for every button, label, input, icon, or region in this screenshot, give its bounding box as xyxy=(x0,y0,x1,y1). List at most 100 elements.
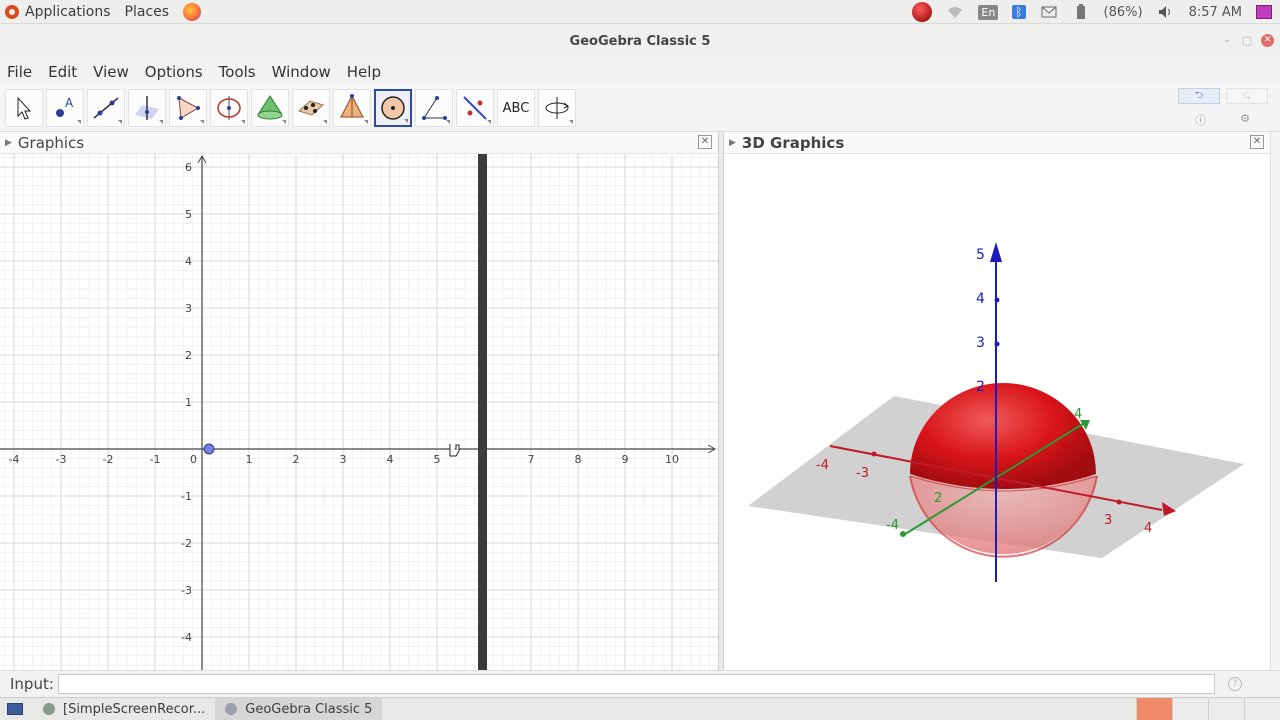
workspace-switcher xyxy=(1136,698,1280,720)
window-titlebar[interactable]: GeoGebra Classic 5 – □ ✕ xyxy=(0,24,1280,59)
menu-file[interactable]: File xyxy=(7,63,32,81)
x-tick-label: 9 xyxy=(622,453,629,466)
taskbar-item-geogebra[interactable]: GeoGebra Classic 5 xyxy=(215,698,383,720)
rotate-view-tool[interactable] xyxy=(538,89,576,127)
y-tick-label: 6 xyxy=(185,161,192,174)
x-tick-label: -1 xyxy=(150,453,161,466)
workspace-1[interactable] xyxy=(1136,698,1172,720)
menu-help[interactable]: Help xyxy=(347,63,381,81)
x-label-4: 4 xyxy=(1144,521,1152,536)
line-tool[interactable] xyxy=(87,89,125,127)
workspace-4[interactable] xyxy=(1244,698,1280,720)
record-icon[interactable] xyxy=(912,2,933,22)
keyboard-lang-icon[interactable]: En xyxy=(978,4,999,20)
x-tick-label: 3 xyxy=(340,453,347,466)
menu-window[interactable]: Window xyxy=(272,63,331,81)
y-tick-label: -2 xyxy=(181,537,192,550)
z-tick-4 xyxy=(994,297,1000,303)
battery-percent: (86%) xyxy=(1103,4,1143,20)
battery-icon[interactable] xyxy=(1072,4,1090,20)
circle-tool[interactable] xyxy=(210,89,248,127)
close-graphics3d-icon[interactable]: ✕ xyxy=(1250,135,1264,149)
pyramid-tool[interactable] xyxy=(333,89,371,127)
applications-menu[interactable]: Applications xyxy=(0,4,111,20)
menu-tools[interactable]: Tools xyxy=(219,63,256,81)
angle-icon xyxy=(422,96,447,120)
triangle-icon xyxy=(177,96,200,120)
places-menu[interactable]: Places xyxy=(125,4,170,20)
menu-view[interactable]: View xyxy=(93,63,129,81)
reflect-tool[interactable] xyxy=(456,89,494,127)
x-label-3: 3 xyxy=(1104,513,1112,528)
right-edge-handle[interactable] xyxy=(1270,132,1280,670)
intersect-surfaces-tool[interactable] xyxy=(251,89,289,127)
y-tick-label: 3 xyxy=(185,302,192,315)
close-graphics-icon[interactable]: ✕ xyxy=(698,135,712,149)
x-tick-label: 10 xyxy=(665,453,679,466)
origin-point[interactable] xyxy=(203,443,215,455)
power-icon[interactable] xyxy=(1256,5,1272,19)
mail-icon[interactable] xyxy=(1040,4,1058,20)
x-tick-label: 7 xyxy=(528,453,535,466)
window-title: GeoGebra Classic 5 xyxy=(569,34,711,49)
bluetooth-icon[interactable]: ᛒ xyxy=(1012,5,1026,19)
expand-arrow-icon[interactable]: ▶ xyxy=(5,138,12,148)
text-icon: ABC xyxy=(502,100,530,116)
x-tick-label: -3 xyxy=(56,453,67,466)
clock[interactable]: 8:57 AM xyxy=(1189,5,1242,20)
toolbar-extra: ⓘ ⚙ xyxy=(1195,112,1250,128)
maximize-icon[interactable]: □ xyxy=(1241,34,1253,47)
toolbar: A ABC ⮌ ⮎ ⓘ ⚙ xyxy=(0,84,1280,132)
intersect-surfaces-icon xyxy=(257,95,283,120)
perpendicular-line-tool[interactable] xyxy=(128,89,166,127)
x-tick-label: 4 xyxy=(387,453,394,466)
gear-icon[interactable]: ⚙ xyxy=(1240,112,1250,128)
graphics-view[interactable]: -4-3-2-1012345678910654321-1-2-3-4 xyxy=(0,154,718,670)
taskbar: [SimpleScreenRecor... GeoGebra Classic 5 xyxy=(0,697,1280,720)
workspace-3[interactable] xyxy=(1208,698,1244,720)
x-tick-label: 2 xyxy=(293,453,300,466)
graphics3d-view[interactable]: 5 4 3 2 -4 -3 3 4 2 -4 4 xyxy=(724,154,1270,670)
firefox-launcher-icon[interactable] xyxy=(183,2,202,21)
grid xyxy=(0,154,718,670)
places-label: Places xyxy=(124,3,170,20)
close-icon[interactable]: ✕ xyxy=(1261,34,1274,47)
reflect-icon xyxy=(463,96,487,120)
volume-icon[interactable] xyxy=(1157,4,1175,20)
split-drag-bar[interactable] xyxy=(478,154,487,670)
menu-options[interactable]: Options xyxy=(145,63,203,81)
menu-edit[interactable]: Edit xyxy=(48,63,77,81)
wifi-icon[interactable] xyxy=(946,4,964,20)
move-tool[interactable] xyxy=(5,89,43,127)
y-tick-label: -4 xyxy=(181,631,192,644)
line-icon xyxy=(93,97,119,119)
arrow-cursor-icon xyxy=(17,96,32,120)
svg-text:A: A xyxy=(65,96,74,110)
undo-icon[interactable]: ⮌ xyxy=(1178,88,1220,104)
input-help-icon[interactable]: ? xyxy=(1228,677,1242,691)
angle-tool[interactable] xyxy=(415,89,453,127)
y-tick-neg4 xyxy=(900,531,906,537)
show-desktop-icon[interactable] xyxy=(7,703,23,715)
input-field[interactable] xyxy=(57,674,1215,694)
y-label-2: 2 xyxy=(934,491,942,506)
workspace-2[interactable] xyxy=(1172,698,1208,720)
graphics-panel-header[interactable]: ▶ Graphics ✕ xyxy=(0,132,718,154)
plane-tool[interactable] xyxy=(292,89,330,127)
polygon-tool[interactable] xyxy=(169,89,207,127)
geogebra-app-icon xyxy=(225,703,238,715)
text-tool[interactable]: ABC xyxy=(497,89,535,127)
taskbar-item-recorder[interactable]: [SimpleScreenRecor... xyxy=(33,698,215,720)
minimize-icon[interactable]: – xyxy=(1221,34,1233,47)
x-tick-label: 0 xyxy=(190,453,197,466)
applications-label: Applications xyxy=(25,3,111,20)
graphics3d-canvas[interactable]: 5 4 3 2 -4 -3 3 4 2 -4 4 xyxy=(724,154,1270,670)
z-axis-arrow xyxy=(990,242,1002,262)
expand-arrow-3d-icon[interactable]: ▶ xyxy=(729,138,736,148)
sphere-tool[interactable] xyxy=(374,89,412,127)
graphics3d-panel-header[interactable]: ▶ 3D Graphics ✕ xyxy=(724,132,1270,154)
help-icon[interactable]: ⓘ xyxy=(1195,112,1206,128)
redo-icon[interactable]: ⮎ xyxy=(1226,88,1268,104)
graphics-canvas[interactable]: -4-3-2-1012345678910654321-1-2-3-4 xyxy=(0,154,718,670)
point-tool[interactable]: A xyxy=(46,89,84,127)
